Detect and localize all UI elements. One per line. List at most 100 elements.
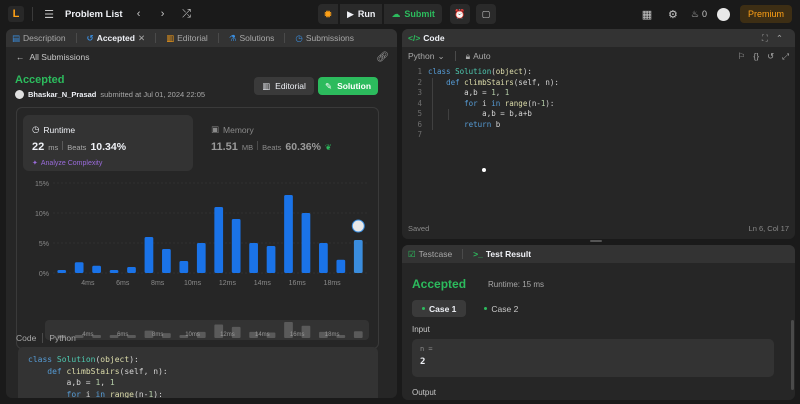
notes-button[interactable]: ▢ (475, 4, 496, 24)
grid-icon[interactable]: ▦ (639, 6, 655, 22)
solution-button[interactable]: ✎ Solution (318, 77, 378, 95)
clock-icon: ◷ (295, 32, 303, 43)
resize-handle[interactable] (590, 240, 602, 242)
chart-bar[interactable] (319, 243, 328, 273)
x-tick-label: 12ms (219, 280, 237, 287)
case-label: Case 2 (491, 303, 519, 314)
tab-label: Description (23, 33, 66, 43)
chart-bar[interactable] (249, 243, 258, 273)
code-language: Python (49, 333, 76, 343)
divider (42, 333, 44, 343)
chart-bar[interactable] (74, 262, 84, 273)
chart-bar[interactable] (284, 195, 293, 273)
chart-bar[interactable] (57, 270, 67, 273)
chevron-up-icon[interactable]: ⌃ (776, 33, 783, 44)
premium-button[interactable]: Premium (739, 5, 792, 23)
y-tick-label: 10% (35, 211, 49, 218)
problem-list-link[interactable]: Problem List (65, 9, 123, 20)
leetcode-logo[interactable]: L (8, 6, 24, 22)
runtime-distribution-chart[interactable]: 15% 10% 5% 0% 4ms 6ms 8ms 10ms 12ms 14ms 16ms 18ms 4… (17, 108, 380, 350)
submitted-code[interactable]: class Solution(object): def climbStairs(… (18, 347, 378, 398)
tab-editorial[interactable]: ▥ Editorial (166, 33, 208, 44)
gear-icon[interactable]: ⚙ (665, 6, 681, 22)
shuffle-icon[interactable]: ⤮ (179, 6, 195, 22)
chevron-left-icon[interactable]: ‹ (131, 6, 147, 22)
reset-icon[interactable]: ⤢ (782, 51, 789, 62)
case-tab-1[interactable]: Case 1 (412, 300, 467, 317)
overview-bar (353, 331, 363, 338)
chart-bar[interactable] (196, 243, 206, 273)
user-avatar[interactable] (716, 7, 730, 21)
chart-bar[interactable] (127, 267, 136, 273)
case-tabs: Case 1 Case 2 (412, 300, 528, 317)
history-icon: ↺ (86, 32, 94, 43)
timer-button[interactable]: ⏰ (449, 4, 470, 24)
expand-icon[interactable]: ⛶ (762, 33, 768, 44)
tab-testcase[interactable]: ☑ Testcase (408, 249, 452, 260)
link-icon[interactable]: 🔗︎ (376, 52, 389, 63)
submission-panel: ▤ Description ↺ Accepted ✕ ▥ Editorial ⚗… (6, 29, 397, 398)
chart-bar[interactable] (214, 207, 224, 273)
debug-button[interactable]: ✹ (318, 4, 338, 24)
chart-bar[interactable] (144, 237, 154, 273)
chevron-right-icon[interactable]: › (155, 6, 171, 22)
run-button[interactable]: ▶ Run (340, 4, 383, 24)
overview-tick-label: 4ms (82, 332, 93, 338)
run-label: Run (357, 9, 376, 19)
code-editor[interactable]: 1 class Solution(object): 2 def climbStair… (402, 67, 795, 217)
overview-tick-label: 8ms (152, 332, 163, 338)
tab-solutions[interactable]: ⚗ Solutions (229, 33, 275, 44)
chart-bar[interactable] (179, 261, 189, 273)
chart-bar[interactable] (336, 259, 346, 273)
editor-code-line: return b (464, 119, 501, 129)
list-icon[interactable]: ☰ (41, 6, 57, 22)
braces-icon[interactable]: {} (753, 51, 759, 62)
tab-description[interactable]: ▤ Description (12, 33, 66, 44)
close-icon[interactable]: ✕ (138, 33, 145, 44)
submitter-name[interactable]: Bhaskar_N_Prasad (28, 90, 96, 99)
divider (155, 33, 157, 43)
tab-accepted[interactable]: ↺ Accepted ✕ (87, 33, 146, 44)
tab-submissions[interactable]: ◷ Submissions (295, 33, 354, 44)
divider (462, 249, 464, 259)
editor-toolbar: Python ⌄ 🔒︎ Auto ⚐ {} ↺ ⤢ (402, 47, 795, 65)
submit-button[interactable]: ☁ Submit (384, 4, 442, 24)
editorial-button[interactable]: ▥ Editorial (254, 77, 314, 95)
overview-tick-label: 10ms (185, 332, 200, 338)
bookmark-icon[interactable]: ⚐ (738, 51, 746, 62)
editor-title: Code (423, 33, 445, 43)
chart-bar[interactable] (301, 213, 311, 273)
streak-counter[interactable]: ♨ 0 (691, 9, 707, 20)
case-tab-2[interactable]: Case 2 (474, 300, 528, 317)
tab-label: Editorial (177, 33, 208, 43)
tab-test-result[interactable]: >_ Test Result (473, 249, 531, 259)
back-to-submissions[interactable]: ← All Submissions (16, 52, 90, 62)
solution-label: Solution (337, 81, 372, 91)
submitter-avatar[interactable] (15, 90, 24, 99)
chart-bar[interactable] (231, 219, 241, 273)
scrollbar[interactable] (791, 320, 794, 390)
save-status: Saved (408, 224, 430, 233)
line-number: 6 (417, 119, 422, 129)
pencil-icon: ✎ (324, 80, 333, 91)
line-number: 3 (417, 88, 422, 97)
chart-bar[interactable] (353, 240, 363, 273)
divider (75, 33, 77, 43)
auto-mode[interactable]: 🔒︎ Auto (466, 51, 491, 62)
undo-icon[interactable]: ↺ (767, 51, 774, 62)
chart-bar[interactable] (109, 270, 119, 273)
language-value: Python (408, 51, 435, 61)
line-number: 4 (417, 98, 422, 108)
chart-bar[interactable] (266, 246, 276, 273)
output-label: Output (412, 388, 437, 397)
language-select[interactable]: Python ⌄ (408, 51, 445, 62)
chart-bar[interactable] (162, 249, 171, 273)
code-label: Code (16, 333, 37, 343)
top-bar: L ☰ Problem List ‹ › ⤮ ✹ ▶ Run ☁ Submit … (0, 0, 800, 28)
tab-label: Solutions (239, 33, 275, 43)
book-icon: ▥ (262, 80, 271, 91)
test-result-panel: ☑ Testcase >_ Test Result Accepted Runti… (402, 245, 795, 400)
tab-label: Submissions (305, 33, 355, 43)
tab-code[interactable]: </> Code (408, 33, 445, 43)
chart-bar[interactable] (92, 265, 101, 273)
